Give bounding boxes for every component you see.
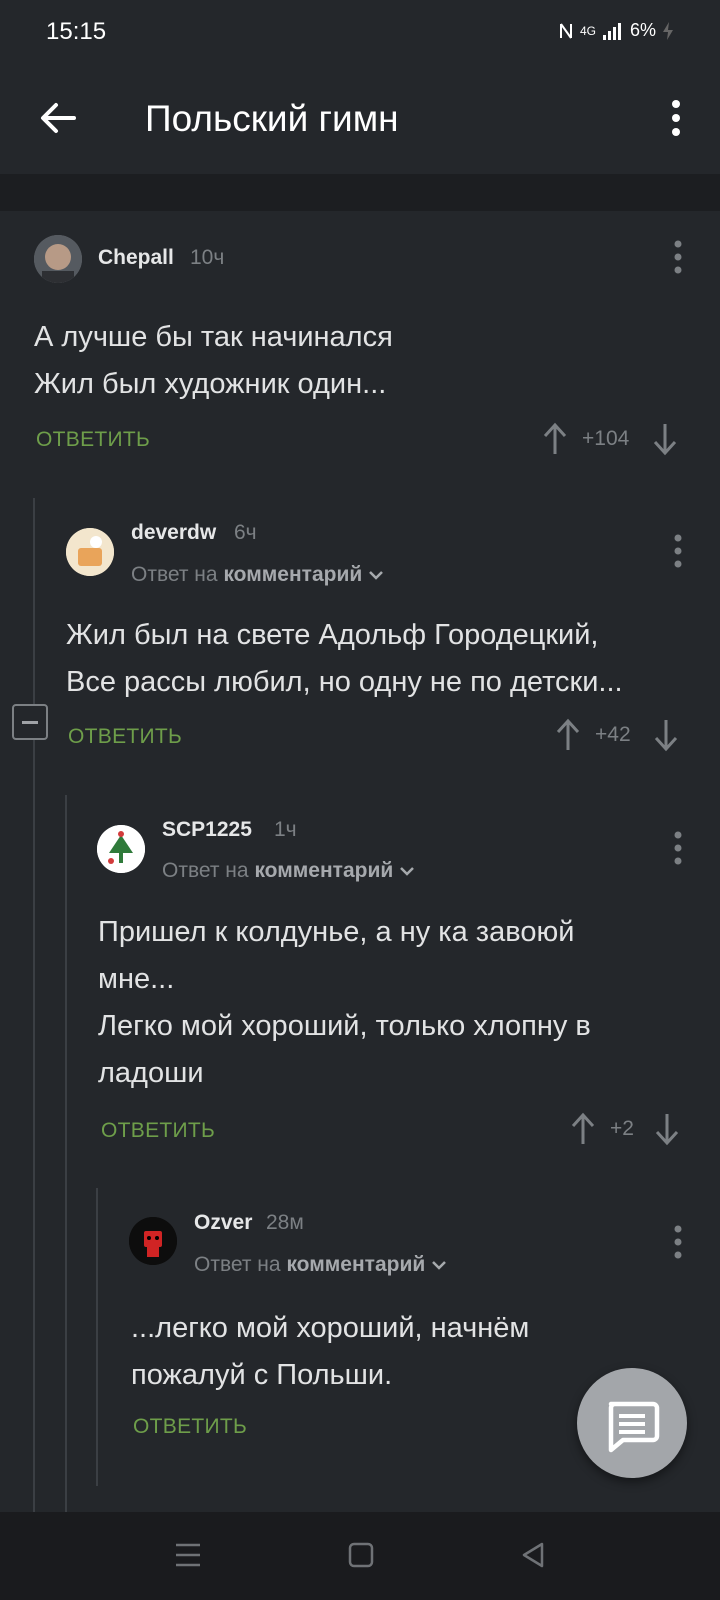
comment-icon [608, 1401, 660, 1453]
status-icons: 4G 6% [558, 20, 674, 41]
score: +42 [595, 723, 631, 746]
comment-author[interactable]: deverdw [131, 521, 216, 545]
comment-body: ...легко мой хороший, начнём пожалуй с П… [131, 1305, 529, 1399]
comment-line: Все рассы любил, но одну не по детски... [66, 666, 623, 698]
comment-body: А лучше бы так начинался Жил был художни… [34, 314, 393, 408]
network-type: 4G [579, 23, 596, 38]
avatar[interactable] [66, 528, 114, 576]
reply-to-target: комментарий [286, 1253, 426, 1276]
comment-author[interactable]: Chepall [98, 246, 174, 270]
chevron-down-icon [432, 1261, 446, 1270]
thread-line [33, 498, 35, 1512]
downvote-icon[interactable] [653, 718, 679, 752]
comment-age: 1ч [274, 818, 297, 841]
page-title: Польский гимн [145, 98, 399, 139]
comment-age: 6ч [234, 521, 257, 544]
comment-line: Пришел к колдунье, а ну ка завоюй [98, 916, 575, 948]
vote-controls: +2 [570, 1112, 680, 1146]
avatar[interactable] [129, 1217, 177, 1265]
comment-author[interactable]: SCP1225 [162, 818, 252, 842]
app-bar: Польский гимн [0, 62, 720, 174]
reply-to-link[interactable]: Ответ на комментарий [162, 859, 415, 883]
reply-button[interactable]: ОТВЕТИТЬ [101, 1119, 215, 1143]
score: +104 [582, 427, 630, 450]
comment-menu-icon[interactable] [673, 831, 683, 865]
reply-button[interactable]: ОТВЕТИТЬ [36, 428, 150, 452]
chevron-down-icon [369, 571, 383, 580]
reply-to-link[interactable]: Ответ на комментарий [131, 563, 384, 587]
avatar-image [97, 825, 145, 873]
reply-to-link[interactable]: Ответ на комментарий [194, 1253, 447, 1277]
chevron-down-icon [400, 867, 414, 876]
comment-line: ...легко мой хороший, начнём [131, 1312, 530, 1344]
comment-body: Пришел к колдунье, а ну ка завоюй мне...… [98, 909, 591, 1097]
comment-age: 10ч [190, 246, 225, 269]
comment-line: Жил был художник один... [34, 368, 387, 400]
avatar-image [34, 235, 82, 283]
comment-line: Жил был на свете Адольф Городецкий, [66, 619, 599, 651]
back-triangle-icon[interactable] [520, 1542, 546, 1568]
signal-icon [602, 22, 621, 40]
comment-line: Легко мой хороший, только хлопну в [98, 1010, 591, 1042]
avatar-image [129, 1217, 177, 1265]
comment-line: мне... [98, 963, 175, 995]
reply-to-prefix: Ответ на [194, 1253, 281, 1276]
comment-line: А лучше бы так начинался [34, 321, 393, 353]
write-comment-button[interactable] [577, 1368, 687, 1478]
avatar[interactable] [34, 235, 82, 283]
arrow-left-icon[interactable] [38, 98, 78, 138]
upvote-icon[interactable] [555, 718, 581, 752]
thread-line [65, 795, 67, 1512]
avatar-image [66, 528, 114, 576]
comment-age: 28м [266, 1211, 304, 1234]
comment-body: Жил был на свете Адольф Городецкий, Все … [66, 612, 623, 706]
reply-to-target: комментарий [254, 859, 394, 882]
collapse-thread-button[interactable] [12, 704, 48, 740]
comment-menu-icon[interactable] [673, 240, 683, 274]
nfc-icon [559, 22, 572, 39]
vote-controls: +42 [555, 718, 679, 752]
comment-author[interactable]: Ozver [194, 1211, 252, 1235]
vote-controls: +104 [542, 422, 678, 456]
system-nav-bar [0, 1512, 720, 1600]
status-bar: 15:15 4G 6% [0, 0, 720, 62]
comment-menu-icon[interactable] [673, 1225, 683, 1259]
comment-line: ладоши [98, 1057, 204, 1089]
reply-to-prefix: Ответ на [162, 859, 249, 882]
score: +2 [610, 1117, 634, 1140]
upvote-icon[interactable] [542, 422, 568, 456]
reply-button[interactable]: ОТВЕТИТЬ [68, 725, 182, 749]
charging-icon [663, 21, 673, 40]
menu-icon[interactable] [174, 1542, 202, 1568]
more-vertical-icon[interactable] [666, 98, 686, 138]
battery-level: 6% [629, 20, 656, 40]
downvote-icon[interactable] [654, 1112, 680, 1146]
upvote-icon[interactable] [570, 1112, 596, 1146]
reply-to-prefix: Ответ на [131, 563, 218, 586]
home-square-icon[interactable] [348, 1542, 374, 1568]
header-divider [0, 174, 720, 211]
comment-line: пожалуй с Польши. [131, 1359, 393, 1391]
avatar[interactable] [97, 825, 145, 873]
reply-to-target: комментарий [223, 563, 363, 586]
status-time: 15:15 [46, 18, 107, 45]
downvote-icon[interactable] [652, 422, 678, 456]
comment-menu-icon[interactable] [673, 534, 683, 568]
thread-line [96, 1188, 98, 1486]
reply-button[interactable]: ОТВЕТИТЬ [133, 1415, 247, 1439]
